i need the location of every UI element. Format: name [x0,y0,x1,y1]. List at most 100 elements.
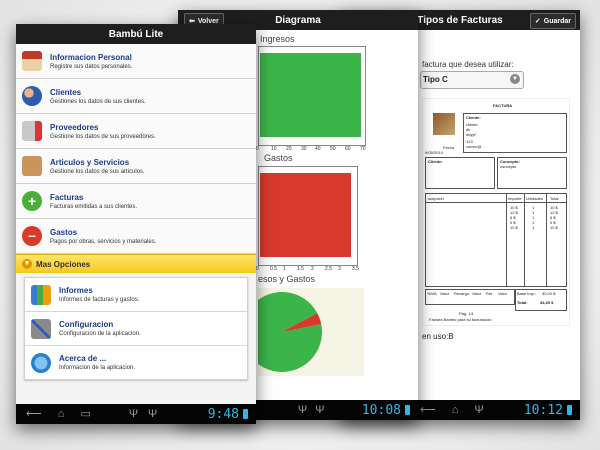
menu-item-title: Proveedores [50,122,99,132]
status-clock: 10:12 [523,402,563,418]
truck-icon [22,121,42,141]
minus-circle-icon: – [22,226,42,246]
menu-item-proveedores[interactable]: Proveedores Gestione los datos de sus pr… [16,114,256,149]
menu-item-title: Articulos y Servicios [50,157,130,167]
menu-item-acerca-de[interactable]: Acerca de ... Informacion de la aplicaci… [25,346,247,379]
menu-item-title: Informacion Personal [50,52,132,62]
x-tick-label: 20 [286,146,292,152]
chart-title-gastos: Gastos [264,153,293,163]
battery-icon [243,409,248,419]
save-button[interactable]: ✓ Guardar [529,13,576,29]
pie-chart-area [242,288,364,376]
chart-title-pie: esos y Gastos [258,274,316,284]
check-icon: ✓ [534,18,541,25]
summary-header: Valor [440,291,450,296]
box-icon [22,156,42,176]
summary-table: %IVA Valor Recargo Valor Ret Valor [425,289,515,305]
mas-opciones-header[interactable]: ▾ Mas Opciones [16,254,256,273]
home-nav-icon[interactable]: ⌂ [58,404,65,424]
client-label: Cliente: [466,115,481,120]
nav-bar: ⟵ ⌂ ▭ Ψ Ψ 9:48 [16,404,256,424]
x-tick-label: 1.5 [297,266,304,272]
usb-icon: Ψ [298,404,308,416]
x-tick-label: 40 [315,146,321,152]
tools-icon [31,318,51,339]
x-tick-label: 2 [311,266,314,272]
summary-header: Valor [498,291,508,296]
fecha-label: Fecha [443,145,455,150]
total-value: 34,35 $ [540,300,554,305]
summary-header: Valor [472,291,482,296]
client-line: ddyyf [466,132,476,137]
client-box: Cliente: cliente dir ddyyf 123 correo@ [463,113,567,153]
client-box-2: Cliente: [425,157,495,189]
x-tick-label: 10 [271,146,277,152]
bar-chart-icon [31,284,51,305]
back-nav-icon[interactable]: ⟵ [26,404,42,424]
menu-item-subtitle: Facturas emitidas a sus clientes. [50,203,138,210]
logo-image [433,113,455,135]
menu-item-informacion-personal[interactable]: Informacion Personal Registre sus datos … [16,44,256,79]
users-icon [22,86,42,106]
menu-item-articulos[interactable]: Articulos y Servicios Gestione los datos… [16,149,256,184]
col-unidades: Unidades [526,196,543,201]
total-label: Total: [517,300,528,305]
invoice-preview: FACTURA Fecha 9/05/2014 Cliente: cliente… [422,98,570,326]
cliente2-label: Cliente: [428,159,443,164]
menu-item-subtitle: Registre sus datos personales. [50,63,133,70]
col-desc: scripcion [428,196,444,201]
unidades-cell: 1 [532,225,535,230]
invoice-heading: FACTURA [493,103,513,108]
mas-opciones-list: Informes Informes de facturas y gastos. … [24,277,248,380]
action-bar: Bambú Lite [16,24,256,44]
x-tick-label: 3 [338,266,341,272]
summary-header: %IVA [427,291,437,296]
menu-item-gastos[interactable]: – Gastos Pagos por obras, servicios y ma… [16,219,256,254]
x-tick-label: 0.5 [270,266,277,272]
type-prompt: factura que desea utilizar: [422,60,514,69]
menu-item-subtitle: Informacion de la aplicacion. [59,365,136,371]
menu-item-configuracion[interactable]: Configuracion Configuracion de la aplica… [25,312,247,346]
app-title: Diagrama [275,14,321,26]
base-value: 30,00 $ [542,291,556,296]
chart-title-ingresos: Ingresos [260,34,295,44]
info-cloud-icon [31,352,51,373]
usb-icon: Ψ [474,404,484,416]
usb-icon: Ψ [315,404,325,416]
x-tick-label: 3.5 [352,266,359,272]
status-clock: 9:48 [207,406,239,422]
gastos-chart [258,166,358,266]
save-label: Guardar [543,17,571,25]
menu-item-clientes[interactable]: Clientes Gestiones los datos de sus clie… [16,79,256,114]
home-nav-icon[interactable]: ⌂ [452,400,459,420]
ingresos-chart [258,46,366,146]
type-spinner[interactable]: Tipo C ▼ [420,71,524,89]
en-uso-label: en uso:B [422,332,454,341]
summary-header: Recargo [454,291,470,296]
summary-header: Ret [486,291,493,296]
x-tick-label: 0 [256,266,259,272]
phone-bambu-lite: Bambú Lite Informacion Personal Registre… [16,24,256,424]
page-number: Pag. 1/1 [459,311,474,316]
pie-slice-ingresos [242,292,322,372]
total-cell: 10 $ [550,225,558,230]
app-title: Bambú Lite [108,28,164,40]
menu-item-subtitle: Gestione los datos de sus proveedores. [50,133,156,140]
col-importe: Importe [508,196,522,201]
pie-chart [242,292,322,372]
usb-icon: Ψ [128,408,139,420]
app-title: Tipos de Facturas [417,14,503,26]
gastos-bar [260,173,351,257]
menu-item-informes[interactable]: Informes Informes de facturas y gastos. [25,278,247,312]
status-clock: 10:08 [361,402,401,418]
x-tick-label: 0 [256,146,259,152]
x-tick-label: 70 [360,146,366,152]
col-total: Total [550,196,559,201]
recent-apps-icon[interactable]: ▭ [80,404,90,424]
x-tick-label: 50 [330,146,336,152]
back-nav-icon[interactable]: ⟵ [420,400,436,420]
menu-item-facturas[interactable]: + Facturas Facturas emitidas a sus clien… [16,184,256,219]
x-tick-label: 30 [301,146,307,152]
x-tick-label: 1 [283,266,286,272]
x-tick-label: 2.5 [325,266,332,272]
